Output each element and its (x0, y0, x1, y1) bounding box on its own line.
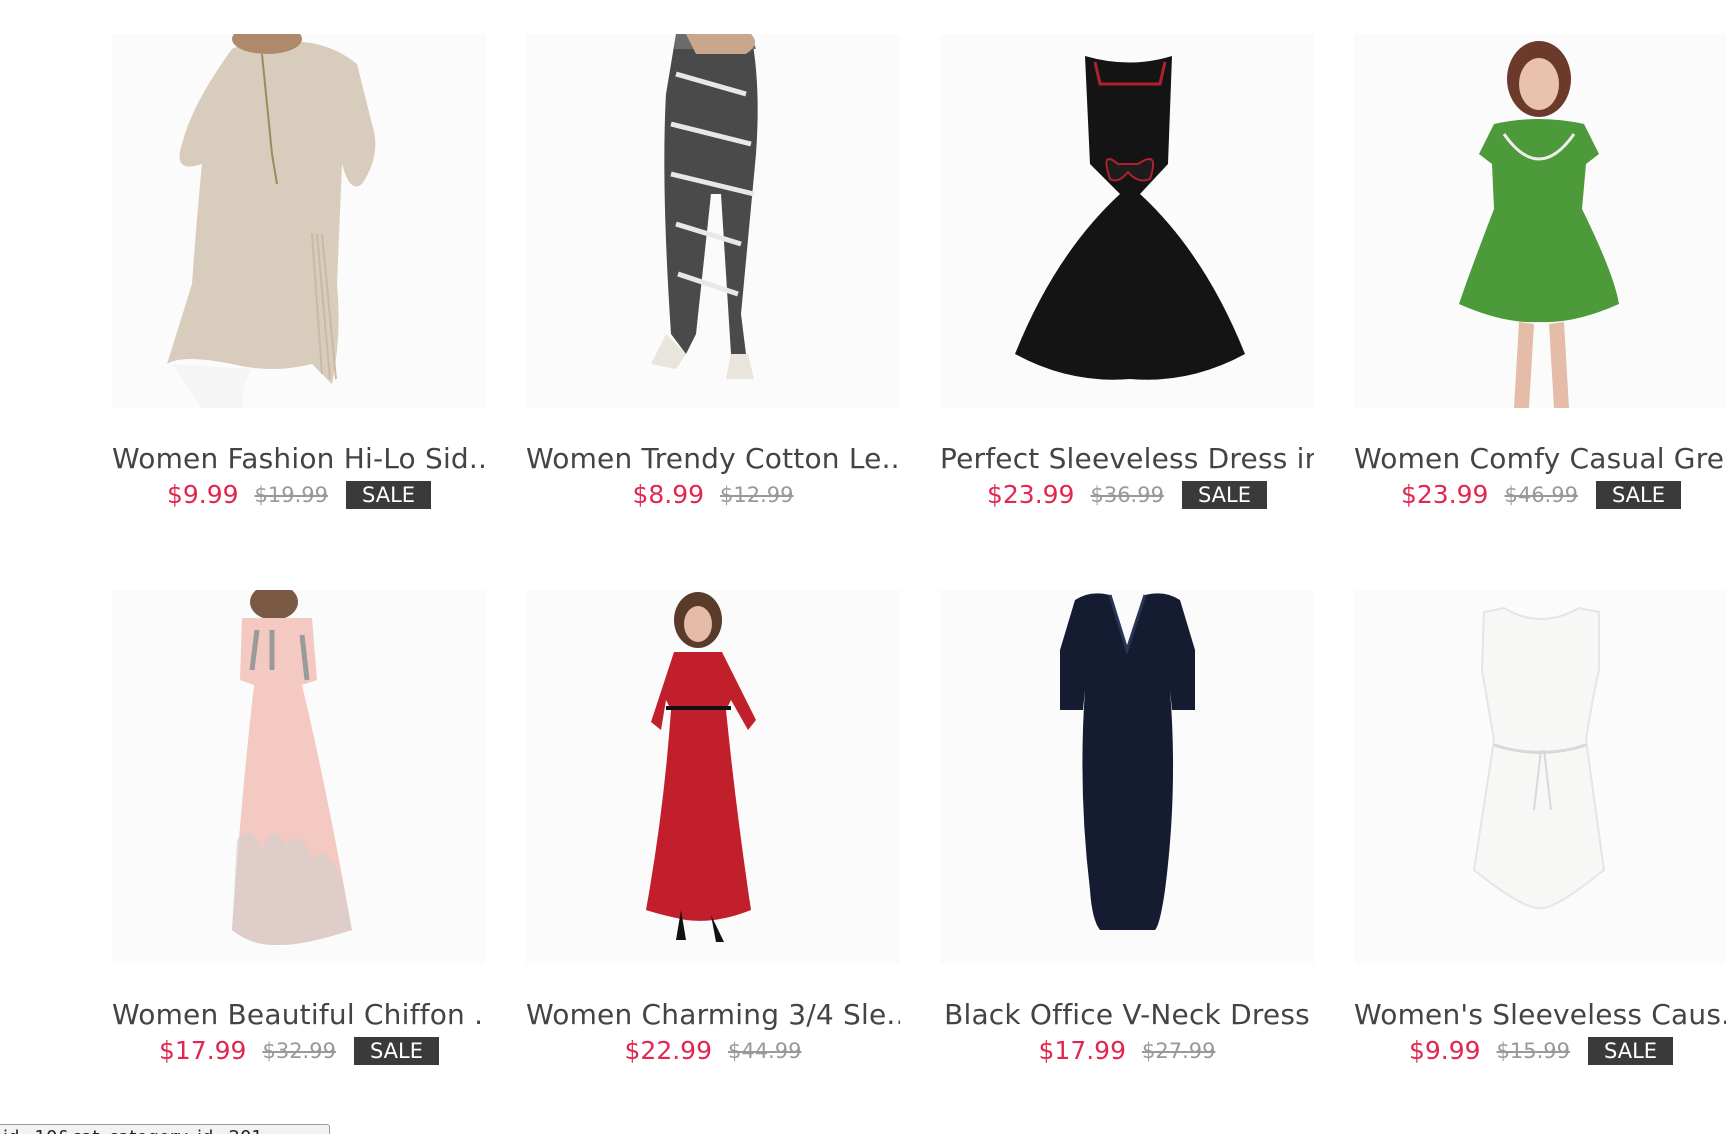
sale-price: $9.99 (1408, 1036, 1481, 1065)
sale-price: $23.99 (986, 480, 1075, 509)
product-image[interactable] (940, 590, 1314, 964)
price-row: $17.99 $27.99 (940, 1036, 1314, 1065)
product-title[interactable]: Women Fashion Hi-Lo Sid... (112, 442, 486, 475)
product-card[interactable]: Perfect Sleeveless Dress in... $23.99 $3… (940, 34, 1314, 590)
status-url-bar: id=10&cat_category_id=201 (0, 1124, 330, 1134)
product-card[interactable]: Women Trendy Cotton Le... $8.99 $12.99 (526, 34, 900, 590)
sale-price: $9.99 (166, 480, 239, 509)
product-grid: Women Fashion Hi-Lo Sid... $9.99 $19.99 … (112, 34, 1726, 1134)
product-card[interactable]: Women Beautiful Chiffon ... $17.99 $32.9… (112, 590, 486, 1134)
price-row: $23.99 $46.99 SALE (1354, 480, 1726, 509)
sale-badge: SALE (1181, 480, 1268, 509)
product-title[interactable]: Women's Sleeveless Caus... (1354, 998, 1726, 1031)
original-price: $15.99 (1496, 1038, 1570, 1063)
original-price: $19.99 (254, 482, 328, 507)
product-listing-page: Women Fashion Hi-Lo Sid... $9.99 $19.99 … (0, 0, 1726, 1134)
original-price: $32.99 (262, 1038, 336, 1063)
sale-badge: SALE (353, 1036, 440, 1065)
original-price: $46.99 (1504, 482, 1578, 507)
original-price: $44.99 (728, 1038, 802, 1063)
product-title[interactable]: Women Charming 3/4 Sle... (526, 998, 900, 1031)
product-card[interactable]: Women Fashion Hi-Lo Sid... $9.99 $19.99 … (112, 34, 486, 590)
product-image[interactable] (1354, 34, 1726, 408)
price-row: $23.99 $36.99 SALE (940, 480, 1314, 509)
price-row: $17.99 $32.99 SALE (112, 1036, 486, 1065)
product-card[interactable]: Black Office V-Neck Dress $17.99 $27.99 (940, 590, 1314, 1134)
sale-price: $22.99 (624, 1036, 712, 1065)
sale-badge: SALE (1588, 1036, 1674, 1065)
sale-badge: SALE (1595, 480, 1682, 509)
product-title[interactable]: Perfect Sleeveless Dress in... (940, 442, 1314, 475)
original-price: $36.99 (1090, 482, 1164, 507)
product-image[interactable] (1354, 590, 1726, 964)
product-title[interactable]: Black Office V-Neck Dress (940, 998, 1314, 1031)
original-price: $12.99 (720, 482, 794, 507)
sale-price: $23.99 (1400, 480, 1489, 509)
price-row: $9.99 $15.99 SALE (1354, 1036, 1726, 1065)
sale-price: $17.99 (1038, 1036, 1126, 1065)
product-card[interactable]: Women Comfy Casual Gre... $23.99 $46.99 … (1354, 34, 1726, 590)
original-price: $27.99 (1142, 1038, 1216, 1063)
product-image[interactable] (940, 34, 1314, 408)
product-card[interactable]: Women Charming 3/4 Sle... $22.99 $44.99 (526, 590, 900, 1134)
product-image[interactable] (526, 34, 900, 408)
price-row: $22.99 $44.99 (526, 1036, 900, 1065)
product-image[interactable] (526, 590, 900, 964)
product-image[interactable] (112, 590, 486, 964)
product-image[interactable] (112, 34, 486, 408)
sale-price: $17.99 (158, 1036, 247, 1065)
product-card[interactable]: Women's Sleeveless Caus... $9.99 $15.99 … (1354, 590, 1726, 1134)
product-title[interactable]: Women Trendy Cotton Le... (526, 442, 900, 475)
price-row: $9.99 $19.99 SALE (112, 480, 486, 509)
price-row: $8.99 $12.99 (526, 480, 900, 509)
product-title[interactable]: Women Beautiful Chiffon ... (112, 998, 486, 1031)
product-title[interactable]: Women Comfy Casual Gre... (1354, 442, 1726, 475)
sale-badge: SALE (346, 480, 432, 509)
sale-price: $8.99 (632, 480, 705, 509)
